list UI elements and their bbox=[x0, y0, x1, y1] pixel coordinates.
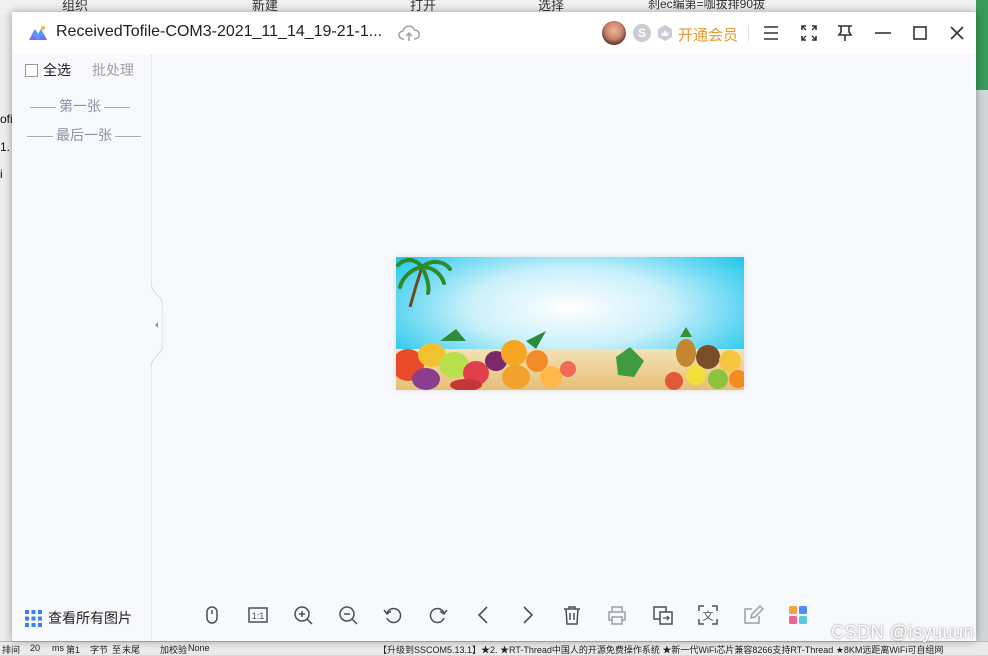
more-apps-icon[interactable] bbox=[787, 604, 809, 626]
ocr-icon[interactable]: 文 bbox=[697, 604, 719, 626]
print-icon[interactable] bbox=[606, 604, 628, 626]
background-status-bar: 排间 20 ms 第1 字节 至 末尾 加校验 None 【升级到SSCOM5.… bbox=[0, 641, 988, 655]
background-fragment: ms bbox=[52, 643, 64, 653]
background-header-text: 刹ec编第=咖拔排90拔 bbox=[648, 0, 766, 11]
open-vip-button[interactable]: 开通会员 bbox=[678, 24, 738, 45]
background-fragment: 至 bbox=[112, 645, 122, 655]
mouse-mode-icon[interactable] bbox=[201, 604, 223, 626]
background-fragment: 第1 bbox=[66, 645, 81, 655]
background-fragment: None bbox=[188, 643, 210, 653]
s-badge-icon: S bbox=[633, 24, 651, 42]
rotate-left-icon[interactable] bbox=[382, 604, 404, 626]
select-all-label: 全选 bbox=[43, 62, 71, 78]
csdn-watermark: CSDN @isyuuun bbox=[831, 622, 974, 642]
zoom-out-icon[interactable] bbox=[337, 604, 359, 626]
image-viewer-window: ReceivedTofile-COM3-2021_11_14_19-21-1..… bbox=[12, 12, 976, 641]
actual-size-label: 1:1 bbox=[252, 611, 265, 621]
convert-icon[interactable] bbox=[652, 604, 674, 626]
background-fragment: 末尾 bbox=[122, 645, 141, 655]
first-image-label: 第一张 bbox=[59, 98, 101, 114]
cloud-upload-icon[interactable] bbox=[398, 23, 420, 43]
displayed-image bbox=[396, 257, 744, 390]
thumbnail-sidebar: 全选 批处理 第一张 最后一张 查看所有图片 bbox=[12, 54, 152, 641]
menu-icon[interactable] bbox=[760, 22, 782, 44]
batch-process-button[interactable]: 批处理 bbox=[92, 60, 134, 80]
zoom-in-icon[interactable] bbox=[292, 604, 314, 626]
previous-icon[interactable] bbox=[472, 604, 494, 626]
delete-icon[interactable] bbox=[561, 604, 583, 626]
maximize-icon[interactable] bbox=[909, 22, 931, 44]
image-canvas[interactable] bbox=[152, 54, 976, 599]
background-fragment: 字节 bbox=[90, 645, 109, 655]
window-title: ReceivedTofile-COM3-2021_11_14_19-21-1..… bbox=[56, 23, 383, 40]
first-image-marker: 第一张 bbox=[24, 96, 136, 116]
vip-crown-icon bbox=[658, 25, 672, 41]
background-fragment: 加校验 bbox=[160, 645, 188, 655]
ocr-label: 文 bbox=[703, 609, 714, 623]
title-bar: ReceivedTofile-COM3-2021_11_14_19-21-1..… bbox=[12, 12, 976, 54]
background-fragment: i bbox=[0, 167, 3, 181]
background-fragment: ofi bbox=[0, 112, 13, 126]
fullscreen-icon[interactable] bbox=[798, 22, 820, 44]
app-logo-icon bbox=[29, 26, 47, 40]
minimize-icon[interactable] bbox=[872, 22, 894, 44]
pin-icon[interactable] bbox=[834, 22, 856, 44]
rotate-right-icon[interactable] bbox=[427, 604, 449, 626]
background-fragment: 20 bbox=[30, 643, 41, 653]
checkbox-box[interactable] bbox=[25, 63, 38, 77]
last-image-marker: 最后一张 bbox=[24, 125, 141, 145]
next-icon[interactable] bbox=[517, 604, 539, 626]
background-marquee: 【升级到SSCOM5.13.1】★2. ★RT-Thread中国人的开源免费操作… bbox=[378, 645, 944, 655]
background-fragment: 排间 bbox=[2, 645, 21, 655]
user-avatar[interactable] bbox=[602, 21, 626, 45]
last-image-label: 最后一张 bbox=[56, 127, 112, 143]
close-icon[interactable] bbox=[946, 22, 968, 44]
select-all-checkbox[interactable]: 全选 bbox=[25, 60, 71, 80]
divider bbox=[748, 25, 749, 41]
actual-size-icon[interactable]: 1:1 bbox=[247, 604, 269, 626]
background-right-strip bbox=[976, 0, 988, 654]
background-fragment: 1. bbox=[0, 140, 11, 154]
edit-icon[interactable] bbox=[742, 604, 764, 626]
